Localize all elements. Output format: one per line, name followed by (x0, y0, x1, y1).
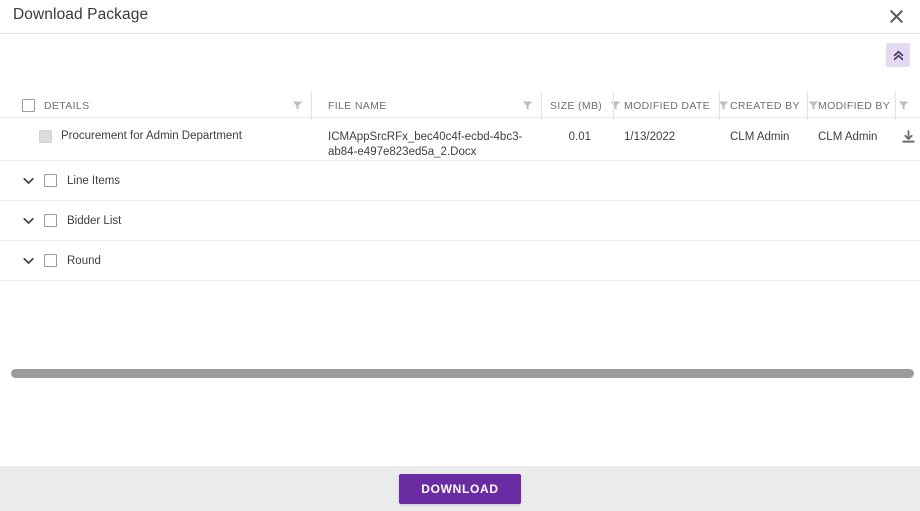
group-row-bidder-list[interactable]: Bidder List (0, 201, 920, 241)
scrollbar-track[interactable] (8, 368, 912, 379)
group-row-round[interactable]: Round (0, 241, 920, 281)
group-select-checkbox[interactable] (44, 174, 57, 187)
dialog-titlebar: Download Package (0, 0, 920, 34)
cell-created-by: CLM Admin (720, 130, 808, 145)
column-header-modified-by[interactable]: MODIFIED BY (808, 94, 896, 117)
row-details-label: Procurement for Admin Department (61, 129, 242, 144)
group-select-checkbox[interactable] (44, 254, 57, 267)
group-row-line-items[interactable]: Line Items (0, 161, 920, 201)
horizontal-scrollbar[interactable] (0, 368, 920, 380)
select-all-checkbox[interactable] (22, 99, 35, 112)
cell-file-name: ICMAppSrcRFx_bec40c4f-ecbd-4bc3-ab84-e49… (312, 130, 542, 160)
filter-icon[interactable] (292, 100, 303, 111)
column-header-created-by[interactable]: CREATED BY (720, 94, 808, 117)
column-header-label: MODIFIED DATE (624, 100, 710, 112)
file-grid: DETAILS FILE NAME SIZE (MB) (0, 85, 920, 281)
download-button[interactable]: DOWNLOAD (399, 474, 521, 504)
group-select-checkbox[interactable] (44, 214, 57, 227)
scrollbar-thumb[interactable] (11, 369, 914, 378)
group-label: Bidder List (67, 215, 121, 227)
filter-icon[interactable] (522, 100, 533, 111)
column-header-modified-date[interactable]: MODIFIED DATE (614, 94, 720, 117)
cell-size: 0.01 (542, 130, 614, 145)
column-header-label: MODIFIED BY (818, 100, 890, 112)
dialog-body: DETAILS FILE NAME SIZE (MB) (0, 34, 920, 466)
column-header-details[interactable]: DETAILS (0, 94, 312, 117)
table-row[interactable]: Procurement for Admin Department ICMAppS… (0, 118, 920, 161)
cell-action[interactable] (896, 130, 920, 145)
download-package-dialog: Download Package DETAILS (0, 0, 920, 511)
group-label: Round (67, 255, 101, 267)
grid-header-row: DETAILS FILE NAME SIZE (MB) (0, 85, 920, 118)
double-chevron-up-icon (892, 49, 905, 62)
download-icon[interactable] (901, 130, 916, 145)
column-header-label: SIZE (MB) (550, 100, 602, 112)
chevron-down-icon[interactable] (22, 215, 34, 227)
close-icon[interactable] (884, 4, 908, 28)
dialog-title: Download Package (13, 6, 148, 24)
column-header-label: DETAILS (44, 100, 89, 112)
row-select-checkbox (39, 130, 52, 143)
cell-details: Procurement for Admin Department (0, 130, 312, 144)
column-header-file-name[interactable]: FILE NAME (312, 94, 542, 117)
column-header-label: CREATED BY (730, 100, 800, 112)
column-header-actions (896, 94, 920, 117)
column-header-size[interactable]: SIZE (MB) (542, 94, 614, 117)
cell-modified-by: CLM Admin (808, 130, 896, 145)
dialog-footer: DOWNLOAD (0, 466, 920, 511)
group-label: Line Items (67, 175, 120, 187)
chevron-down-icon[interactable] (22, 255, 34, 267)
chevron-down-icon[interactable] (22, 175, 34, 187)
cell-modified-date: 1/13/2022 (614, 130, 720, 145)
collapse-all-button[interactable] (886, 43, 910, 67)
column-header-label: FILE NAME (328, 100, 387, 112)
